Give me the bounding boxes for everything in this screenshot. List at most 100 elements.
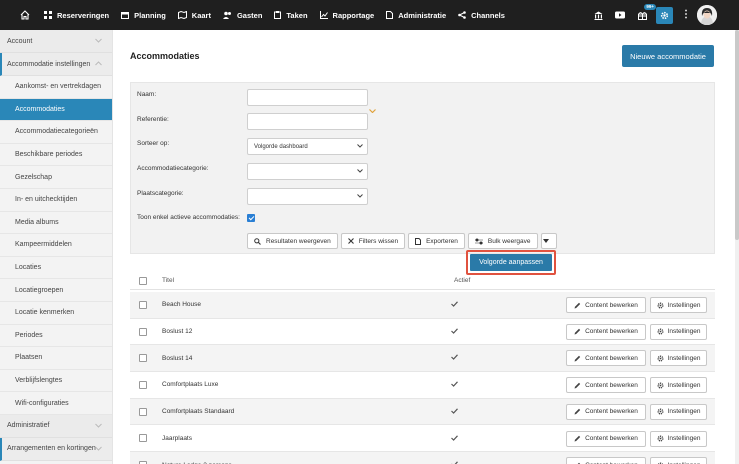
clear-filters-button[interactable]: Filters wissen — [340, 233, 406, 249]
settings-button[interactable]: Instellingen — [650, 323, 707, 340]
edit-content-button[interactable]: Content bewerken — [566, 297, 646, 313]
edit-content-button[interactable]: Content bewerken — [566, 323, 646, 340]
nav-label: Taken — [286, 10, 308, 20]
sidebar-item-periodes[interactable]: Periodes — [0, 325, 112, 348]
gear-icon — [660, 11, 669, 19]
main-content: Accommodaties Nieuwe accommodatie Naam: … — [113, 30, 739, 464]
nav-label: Kaart — [191, 10, 211, 20]
clipboard-icon — [274, 11, 282, 19]
sidebar-item-wifi[interactable]: Wifi-configuraties — [0, 392, 112, 415]
sidebar-item-verblijfslengtes[interactable]: Verblijfslengtes — [0, 370, 112, 393]
category-select[interactable] — [247, 163, 368, 180]
sidebar-item-locaties[interactable]: Locaties — [0, 257, 112, 280]
bulk-view-button[interactable]: Bulk weergave — [467, 233, 538, 249]
row-checkbox[interactable] — [139, 380, 147, 389]
nav-gasten[interactable]: Gasten — [222, 11, 262, 20]
settings-gear-button[interactable] — [656, 6, 673, 24]
sidebar-item-label: Accommodatiecategorieën — [15, 128, 98, 136]
row-checkbox[interactable] — [139, 354, 147, 363]
nav-administratie[interactable]: Administratie — [386, 11, 446, 20]
nav-planning[interactable]: Planning — [121, 11, 166, 20]
sidebar-item-label: Plaatsen — [15, 354, 43, 362]
sidebar-item-label: Locaties — [15, 264, 42, 272]
sidebar-item-media-albums[interactable]: Media albums — [0, 212, 112, 235]
reorder-menu-item[interactable]: Volgorde aanpassen — [470, 254, 552, 271]
edit-content-button[interactable]: Content bewerken — [566, 430, 646, 447]
nav-reserveringen[interactable]: Reserveringen — [44, 11, 109, 20]
sidebar-item-checktijden[interactable]: In- en uitchecktijden — [0, 189, 112, 212]
settings-button[interactable]: Instellingen — [650, 297, 707, 313]
chevron-down-icon — [95, 423, 102, 428]
edit-content-label: Content bewerken — [585, 381, 638, 389]
table-row: Beach House Content bewerken Instellingen — [130, 292, 715, 319]
settings-label: Instellingen — [667, 381, 701, 389]
row-title: Jaarplaats — [162, 434, 192, 442]
gear-icon — [657, 382, 664, 389]
sidebar-item-label: Kampeermiddelen — [15, 241, 72, 249]
reference-label: Referentie: — [137, 116, 169, 123]
show-results-button[interactable]: Resultaten weergeven — [247, 233, 338, 249]
avatar[interactable] — [697, 5, 717, 25]
edit-content-button[interactable]: Content bewerken — [566, 403, 646, 420]
row-checkbox[interactable] — [139, 300, 147, 309]
row-title: Comfortplaats Luxe — [162, 381, 219, 389]
sidebar-item-label: Aankomst- en vertrekdagen — [15, 83, 101, 91]
sidebar-item-categorieen[interactable]: Accommodatiecategorieën — [0, 121, 112, 144]
bank-icon[interactable] — [590, 7, 606, 23]
reference-input[interactable] — [247, 113, 368, 130]
nav-label: Reserveringen — [57, 10, 110, 20]
top-navbar: Reserveringen Planning Kaart Gasten Take… — [0, 0, 739, 30]
checkmark-icon — [451, 354, 458, 361]
edit-content-label: Content bewerken — [585, 301, 638, 309]
page-title: Accommodaties — [130, 51, 200, 61]
home-icon[interactable] — [18, 8, 32, 22]
name-input[interactable] — [247, 89, 368, 106]
video-icon[interactable] — [612, 7, 628, 23]
sidebar-group-accommodatie[interactable]: Accommodatie instellingen — [0, 53, 112, 76]
sidebar-item-aankomst[interactable]: Aankomst- en vertrekdagen — [0, 76, 112, 99]
sidebar-item-gezelschap[interactable]: Gezelschap — [0, 166, 112, 189]
sidebar-group-administratief[interactable]: Administratief — [0, 414, 112, 438]
edit-content-button[interactable]: Content bewerken — [566, 350, 646, 367]
settings-button[interactable]: Instellingen — [650, 457, 707, 464]
settings-button[interactable]: Instellingen — [650, 350, 707, 367]
map-icon — [177, 11, 187, 19]
sidebar-item-plaatsen[interactable]: Plaatsen — [0, 347, 112, 370]
table-row: Boslust 14 Content bewerken Instellingen — [130, 345, 715, 373]
nav-channels[interactable]: Channels — [458, 11, 505, 20]
calendar-icon — [121, 12, 130, 19]
sidebar-item-periodes-beschikbaar[interactable]: Beschikbare periodes — [0, 144, 112, 167]
sidebar-item-locatiegroepen[interactable]: Locatiegroepen — [0, 279, 112, 302]
page-scrollbar-thumb[interactable] — [735, 30, 739, 240]
sort-select[interactable]: Volgorde dashboard — [247, 138, 368, 155]
bulk-dropdown-toggle[interactable] — [540, 233, 557, 249]
settings-button[interactable]: Instellingen — [650, 377, 707, 394]
pencil-icon — [574, 355, 581, 362]
nav-kaart[interactable]: Kaart — [177, 10, 211, 20]
gift-icon[interactable]: 99+ — [634, 4, 656, 23]
new-accommodation-button[interactable]: Nieuwe accommodatie — [622, 45, 714, 67]
sidebar-group-account[interactable]: Account — [0, 30, 112, 53]
gear-icon — [657, 355, 664, 362]
row-checkbox[interactable] — [139, 434, 147, 443]
sidebar-group-arrangementen[interactable]: Arrangementen en kortingen — [0, 437, 112, 461]
settings-button[interactable]: Instellingen — [650, 403, 707, 420]
more-options-icon[interactable]: ⋮ — [681, 10, 691, 20]
row-checkbox[interactable] — [139, 327, 147, 336]
edit-content-button[interactable]: Content bewerken — [566, 377, 646, 394]
active-only-checkbox[interactable] — [247, 214, 255, 222]
row-title: Beach House — [162, 301, 202, 309]
settings-button[interactable]: Instellingen — [650, 430, 707, 447]
nav-taken[interactable]: Taken — [274, 10, 308, 20]
place-category-select[interactable] — [247, 188, 368, 205]
sidebar-item-accommodaties[interactable]: Accommodaties — [0, 98, 112, 122]
edit-content-button[interactable]: Content bewerken — [566, 457, 646, 464]
select-all-checkbox[interactable] — [139, 276, 147, 285]
row-checkbox[interactable] — [139, 407, 147, 416]
export-button[interactable]: Exporteren — [408, 233, 465, 249]
sidebar-item-kampeermiddelen[interactable]: Kampeermiddelen — [0, 234, 112, 257]
sidebar-item-label: Locatie kenmerken — [15, 309, 75, 317]
nav-rapportage[interactable]: Rapportage — [319, 11, 374, 20]
sidebar-item-locatie-kenmerken[interactable]: Locatie kenmerken — [0, 302, 112, 325]
table-header: Titel Actief — [130, 272, 715, 290]
